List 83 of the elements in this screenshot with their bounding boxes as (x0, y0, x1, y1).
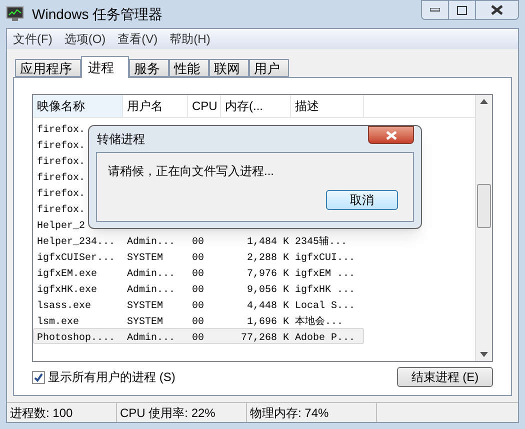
menu-item[interactable]: 查看(V) (112, 30, 164, 48)
monitor-icon (6, 6, 24, 22)
table-row[interactable]: igfxCUISer... SYSTEM 00 2,288 K igfxCUI... (33, 248, 364, 264)
table-cell: 7,976 K (246, 268, 289, 280)
column-header[interactable]: 内存(... (221, 95, 291, 117)
table-cell: Admin... (127, 284, 176, 296)
table-cell: 00 (192, 332, 204, 344)
table-cell: igfxEM ... (295, 268, 356, 280)
table-cell: SYSTEM (127, 300, 164, 312)
table-cell: 77,268 K (240, 332, 289, 344)
table-cell: Photoshop.... (37, 332, 116, 344)
table-row[interactable]: igfxEM.exe Admin... 00 7,976 K igfxEM ... (33, 264, 364, 280)
table-cell: 4,448 K (246, 300, 289, 312)
tab[interactable]: 用户 (249, 59, 289, 77)
cancel-button[interactable]: 取消 (326, 190, 398, 210)
table-cell: SYSTEM (127, 252, 164, 264)
end-process-button[interactable]: 结束进程 (E) (397, 367, 493, 387)
window-title: Windows 任务管理器 (32, 4, 163, 24)
column-header[interactable]: 映像名称 (33, 95, 123, 117)
close-icon (386, 130, 396, 140)
table-cell: 2,288 K (246, 252, 289, 264)
close-icon (491, 5, 503, 15)
table-cell: Helper_2 (37, 220, 86, 232)
table-cell: 00 (192, 300, 204, 312)
check-icon (34, 372, 43, 382)
table-cell: Admin... (127, 268, 176, 280)
column-header[interactable]: 描述 (291, 95, 364, 117)
dialog-message: 请稍候，正在向文件写入进程... (108, 163, 276, 180)
show-all-users-checkbox[interactable]: 显示所有用户的进程 (S) (32, 368, 176, 386)
scroll-thumb[interactable] (477, 184, 491, 228)
scroll-up-icon (480, 99, 488, 104)
status-item: 进程数: 100 (7, 403, 117, 422)
table-cell: lsass.exe (37, 300, 92, 312)
table-cell: Adobe P... (295, 332, 356, 344)
table-cell: igfxHK.exe (37, 284, 98, 296)
maximize-button[interactable] (449, 0, 475, 20)
table-cell: 00 (192, 284, 204, 296)
menu-item[interactable]: 选项(O) (58, 30, 112, 48)
minimize-icon (430, 8, 440, 12)
table-cell: 1,484 K (246, 236, 289, 248)
table-cell: 2345辅... (295, 236, 348, 248)
table-cell: igfxHK ... (295, 284, 356, 296)
table-cell: 本地会... (295, 316, 344, 328)
maximize-icon (457, 6, 467, 14)
table-cell: igfxEM.exe (37, 268, 98, 280)
table-cell: 00 (192, 236, 204, 248)
table-cell: 00 (192, 252, 204, 264)
table-cell: firefox. (37, 156, 86, 168)
table-cell: 9,056 K (246, 284, 289, 296)
tab[interactable]: 进程 (81, 56, 129, 78)
table-cell: igfxCUI... (295, 252, 356, 264)
menu-item[interactable]: 帮助(H) (164, 30, 216, 48)
table-cell: Helper_234... (37, 236, 116, 248)
table-row[interactable]: lsass.exe SYSTEM 00 4,448 K Local S... (33, 296, 364, 312)
close-button[interactable] (368, 126, 414, 144)
scrollbar[interactable] (475, 95, 492, 361)
table-cell: Admin... (127, 236, 176, 248)
column-header[interactable]: 用户名 (123, 95, 188, 117)
table-row[interactable]: igfxHK.exe Admin... 00 9,056 K igfxHK ... (33, 280, 364, 296)
menu-item[interactable]: 文件(F) (7, 30, 58, 48)
table-row[interactable]: Helper_234... Admin... 00 1,484 K 2345辅... (33, 232, 364, 248)
table-cell: firefox. (37, 124, 86, 136)
table-cell: lsm.exe (37, 316, 80, 328)
dialog-title: 转储进程 (96, 131, 145, 148)
table-cell: 00 (192, 268, 204, 280)
table-cell: SYSTEM (127, 316, 164, 328)
status-item: CPU 使用率: 22% (117, 403, 247, 422)
scroll-down-icon (480, 352, 488, 357)
table-row[interactable]: lsm.exe SYSTEM 00 1,696 K 本地会... (33, 312, 364, 328)
table-cell: igfxCUISer... (37, 252, 116, 264)
close-button[interactable] (475, 0, 519, 20)
tab[interactable]: 联网 (209, 59, 249, 77)
status-item: 物理内存: 74% (247, 403, 377, 422)
table-cell: 00 (192, 316, 204, 328)
tab[interactable]: 性能 (169, 59, 209, 77)
column-header[interactable]: CPU (188, 95, 221, 117)
tab[interactable]: 应用程序 (15, 59, 81, 77)
minimize-button[interactable] (421, 0, 449, 20)
table-cell: Local S... (295, 300, 356, 312)
table-cell: 1,696 K (246, 316, 289, 328)
table-cell: Admin... (127, 332, 176, 344)
table-row[interactable]: Photoshop.... Admin... 00 77,268 K Adobe P... (33, 328, 364, 344)
tab[interactable]: 服务 (129, 59, 169, 77)
